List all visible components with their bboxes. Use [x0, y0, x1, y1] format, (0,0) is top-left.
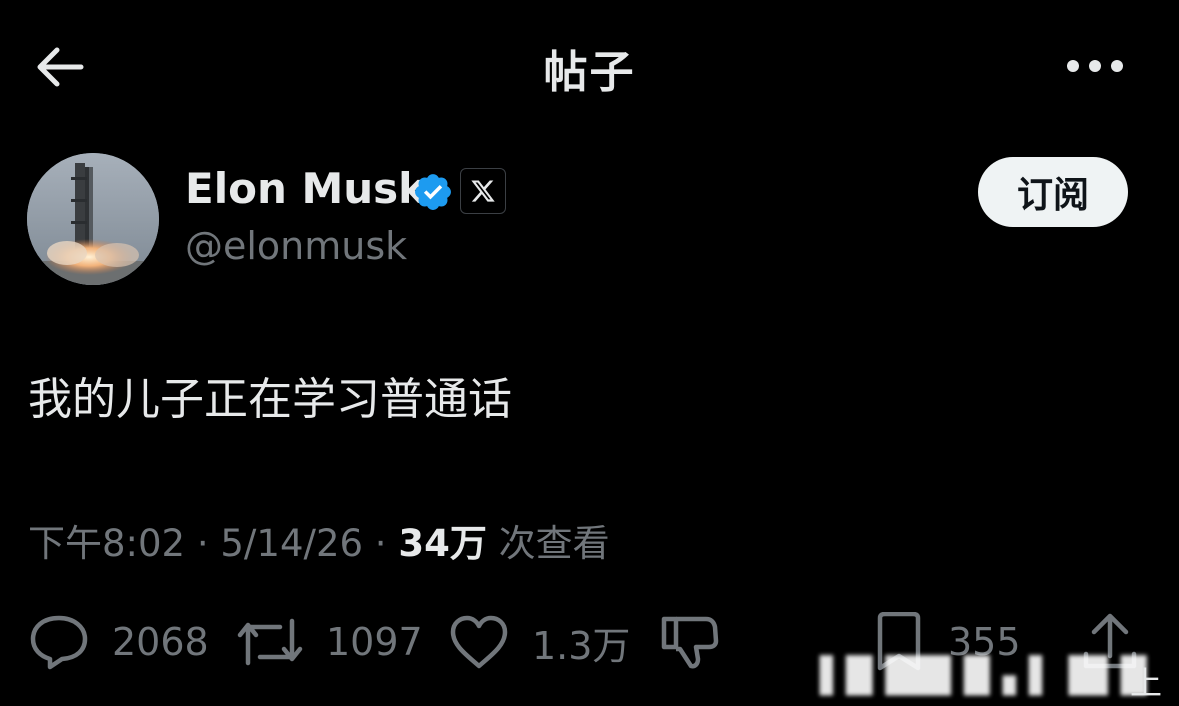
- author-name[interactable]: Elon Musk: [185, 164, 426, 213]
- author-handle[interactable]: @elonmusk: [185, 224, 407, 268]
- reply-count: 2068: [112, 620, 209, 664]
- meta-separator: ·: [374, 522, 387, 565]
- avatar[interactable]: [27, 153, 159, 285]
- repost-button[interactable]: 1097: [236, 610, 423, 674]
- dislike-button[interactable]: [660, 610, 720, 674]
- views-label: 次查看: [498, 522, 610, 565]
- subscribe-button[interactable]: 订阅: [978, 157, 1128, 227]
- repost-icon: [237, 618, 303, 666]
- reply-icon: [30, 615, 88, 670]
- thumbs-down-icon: [661, 616, 719, 669]
- more-options-button[interactable]: [1064, 48, 1126, 84]
- page-title: 帖子: [543, 47, 636, 98]
- tweet-date[interactable]: 5/14/26: [220, 522, 363, 565]
- more-horizontal-icon: [1067, 60, 1123, 72]
- like-button[interactable]: 1.3万: [448, 610, 630, 674]
- repost-count: 1097: [326, 620, 423, 664]
- views-count[interactable]: 34万: [398, 522, 487, 565]
- watermark-blurred-text: ▌█▐██▐▌▖▌▐█▐▌: [820, 656, 1160, 696]
- tweet-time[interactable]: 下午8:02: [28, 522, 185, 565]
- verified-badge-icon: [415, 174, 451, 210]
- reply-button[interactable]: 2068: [28, 610, 209, 674]
- watermark-end-char: 上: [1130, 664, 1163, 702]
- x-logo-icon: [471, 180, 495, 202]
- tweet-text: 我的儿子正在学习普通话: [28, 374, 512, 425]
- tweet-meta: 下午8:02 · 5/14/26 · 34万 次查看: [28, 513, 610, 567]
- watermark-overlay: ▌█▐██▐▌▖▌▐█▐▌ 上: [820, 650, 1179, 706]
- affiliate-badge[interactable]: [460, 168, 506, 214]
- heart-icon: [450, 615, 508, 669]
- like-count: 1.3万: [532, 623, 631, 668]
- top-bar: 帖子: [0, 0, 1179, 130]
- meta-separator: ·: [196, 522, 209, 565]
- rocket-launch-avatar-image: [27, 153, 159, 285]
